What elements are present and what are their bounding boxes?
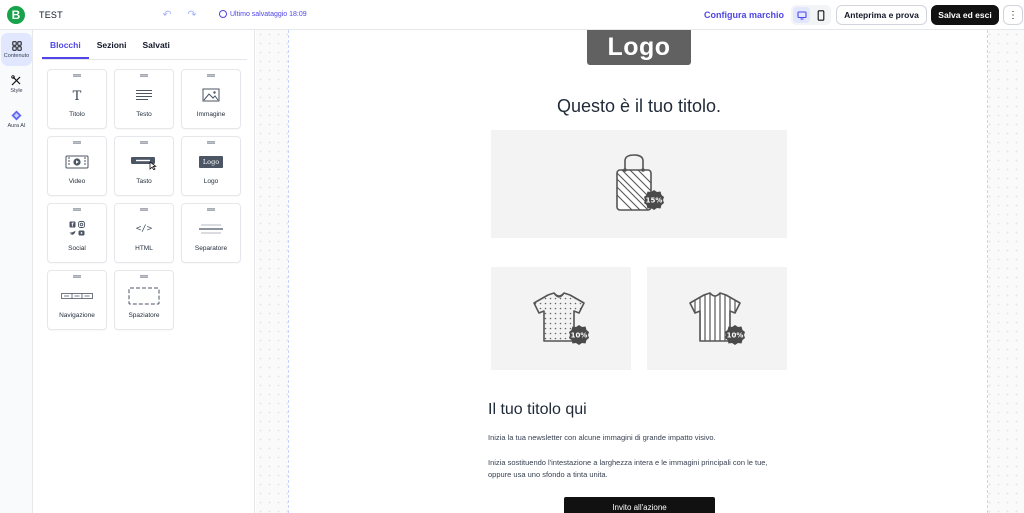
redo-icon[interactable]: ↷ [186, 9, 198, 21]
email-subheading[interactable]: Il tuo titolo qui [488, 401, 587, 419]
block-card-label: Video [68, 178, 86, 185]
tab-blocks[interactable]: Blocchi [42, 37, 89, 59]
tab-sections[interactable]: Sezioni [89, 37, 135, 59]
drag-handle-icon[interactable] [140, 141, 148, 144]
discount-badge: 10% [571, 331, 588, 339]
svg-text:T: T [73, 89, 82, 102]
block-card-label: Social [68, 245, 86, 252]
device-toggle [791, 5, 831, 25]
block-card-label: Spaziatore [128, 312, 160, 319]
shopping-bag-icon: 15% [616, 154, 664, 211]
call-to-action-button[interactable]: Invito all'azione [564, 497, 715, 513]
rail-item-style[interactable]: Style [1, 68, 32, 101]
block-card-spacer[interactable]: Spaziatore [114, 270, 174, 330]
text-icon [115, 84, 173, 106]
configure-brand-link[interactable]: Configura marchio [704, 10, 784, 20]
button-icon [115, 151, 173, 173]
more-options-button[interactable]: ⋮ [1003, 5, 1023, 25]
block-card-label: Logo [203, 178, 219, 185]
tab-saved[interactable]: Salvati [134, 37, 177, 59]
tabs-divider [42, 59, 247, 60]
striped-tshirt-icon: 10% [689, 291, 745, 345]
email-heading[interactable]: Questo è il tuo titolo. [289, 96, 989, 117]
video-icon [48, 151, 106, 173]
save-status: Ultimo salvataggio 18:09 [219, 10, 307, 18]
clock-icon [219, 10, 227, 18]
drag-handle-icon[interactable] [140, 74, 148, 77]
block-card-video[interactable]: Video [47, 136, 107, 196]
block-card-label: Immagine [196, 111, 226, 118]
undo-icon[interactable]: ↶ [161, 9, 173, 21]
block-card-label: Titolo [69, 111, 85, 118]
preview-and-test-button[interactable]: Anteprima e prova [836, 5, 927, 25]
email-body[interactable]: Logo Questo è il tuo titolo. 15% 10% 10%… [288, 30, 988, 513]
striped-tshirt-image[interactable]: 10% [647, 267, 787, 370]
drag-handle-icon[interactable] [73, 74, 81, 77]
document-title[interactable]: TEST [39, 10, 63, 20]
top-bar: B TEST ↶ ↷ Ultimo salvataggio 18:09 Conf… [0, 0, 1024, 30]
email-paragraph-1[interactable]: Inizia la tua newsletter con alcune imma… [488, 432, 788, 444]
email-paragraph-2[interactable]: Inizia sostituendo l'intestazione a larg… [488, 457, 788, 481]
drag-handle-icon[interactable] [140, 275, 148, 278]
block-card-html[interactable]: </> HTML [114, 203, 174, 263]
mobile-icon [817, 9, 824, 21]
logo-icon: Logo [182, 151, 240, 173]
rail-item-label: Contenuto [3, 52, 30, 59]
block-card-label: Testo [136, 111, 152, 118]
html-glyph: </> [135, 224, 153, 234]
rail-item-label: Aura AI [7, 123, 26, 129]
block-card-navigation[interactable]: Navigazione [47, 270, 107, 330]
navigation-icon [48, 285, 106, 307]
drag-handle-icon[interactable] [207, 141, 215, 144]
block-card-label: Navigazione [59, 312, 95, 319]
bag-image[interactable]: 15% [491, 130, 787, 238]
rail-item-aura-ai[interactable]: Aura AI [1, 103, 32, 136]
block-card-label: Tasto [136, 178, 152, 185]
block-card-divider[interactable]: Separatore [181, 203, 241, 263]
desktop-icon [796, 10, 807, 20]
drag-handle-icon[interactable] [73, 141, 81, 144]
logo-badge: Logo [199, 156, 223, 168]
block-card-label: Separatore [194, 245, 228, 252]
grid-icon [11, 40, 22, 51]
more-vertical-icon: ⋮ [1008, 9, 1018, 21]
brand-logo-icon[interactable]: B [7, 6, 25, 24]
email-logo[interactable]: Logo [587, 30, 691, 65]
block-card-title[interactable]: T Titolo [47, 69, 107, 129]
save-and-exit-button[interactable]: Salva ed esci [931, 5, 999, 25]
blocks-panel: Blocchi Sezioni Salvati T Titolo Testo I [34, 30, 255, 513]
drag-handle-icon[interactable] [207, 74, 215, 77]
discount-badge: 15% [646, 197, 663, 205]
mobile-view-button[interactable] [812, 7, 829, 23]
block-card-social[interactable]: f Social [47, 203, 107, 263]
rail-item-content[interactable]: Contenuto [1, 33, 32, 66]
social-icon: f [48, 218, 106, 240]
rail-item-label: Style [10, 88, 23, 94]
email-editor-app: B TEST ↶ ↷ Ultimo salvataggio 18:09 Conf… [0, 0, 1024, 513]
dotted-tshirt-icon: 10% [533, 291, 589, 345]
dotted-tshirt-image[interactable]: 10% [491, 267, 631, 370]
title-icon: T [48, 84, 106, 106]
drag-handle-icon[interactable] [207, 208, 215, 211]
html-icon: </> [115, 218, 173, 240]
brush-icon [11, 75, 21, 86]
discount-badge: 10% [727, 331, 744, 339]
block-card-button[interactable]: Tasto [114, 136, 174, 196]
block-card-logo[interactable]: Logo Logo [181, 136, 241, 196]
save-status-label: Ultimo salvataggio 18:09 [230, 10, 307, 18]
block-card-text[interactable]: Testo [114, 69, 174, 129]
panel-tabs: Blocchi Sezioni Salvati [42, 37, 178, 59]
sparkle-icon [11, 110, 22, 121]
block-card-label: HTML [135, 245, 153, 252]
drag-handle-icon[interactable] [73, 275, 81, 278]
drag-handle-icon[interactable] [140, 208, 148, 211]
desktop-view-button[interactable] [793, 7, 810, 23]
block-card-image[interactable]: Immagine [181, 69, 241, 129]
drag-handle-icon[interactable] [73, 208, 81, 211]
image-icon [182, 84, 240, 106]
spacer-icon [115, 285, 173, 307]
editor-canvas[interactable]: Logo Questo è il tuo titolo. 15% 10% 10%… [256, 30, 1024, 513]
divider-icon [182, 218, 240, 240]
left-rail: Contenuto Style Aura AI [0, 30, 33, 513]
